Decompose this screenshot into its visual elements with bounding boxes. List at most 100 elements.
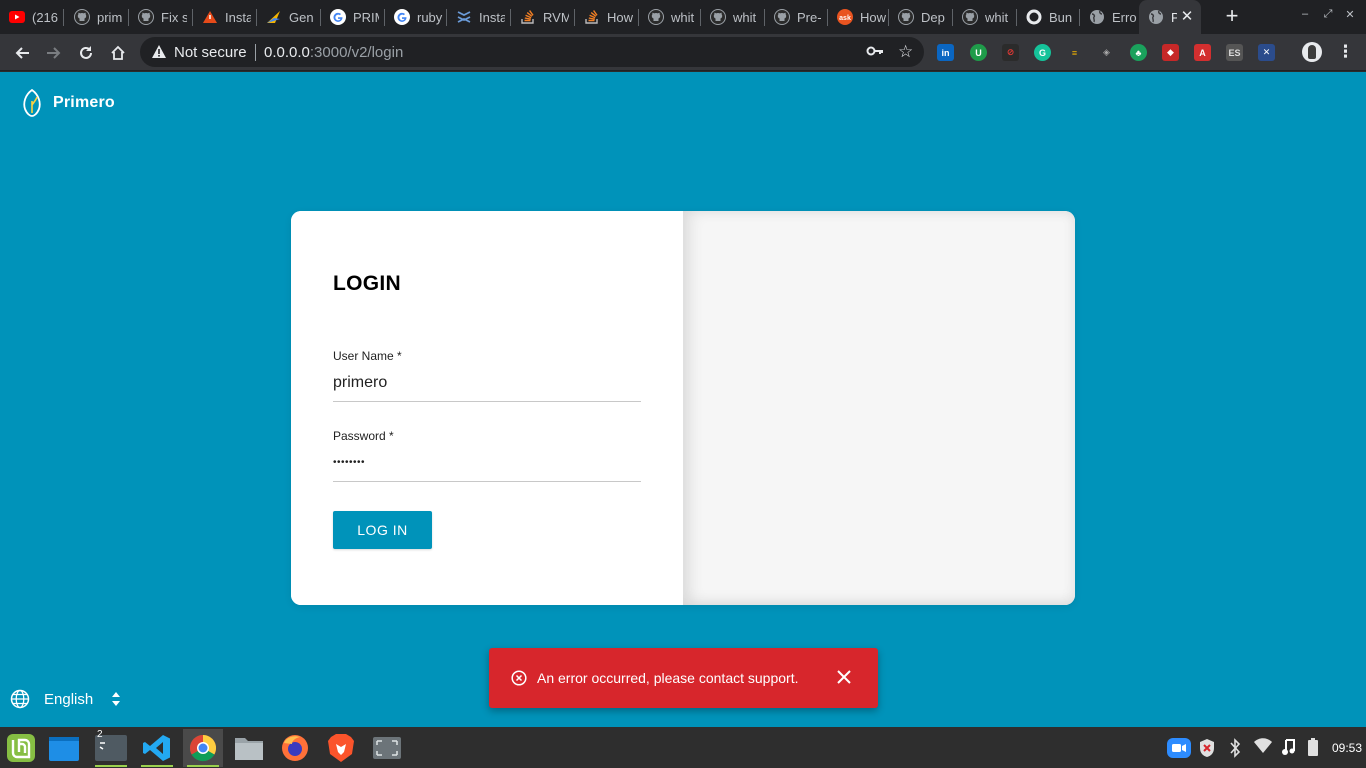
browser-tab[interactable]: Insta <box>193 0 257 34</box>
browser-tab[interactable]: ask How <box>828 0 889 34</box>
tab-title: Fix s <box>161 9 187 25</box>
browser-tab[interactable]: Gen <box>257 0 321 34</box>
clock[interactable]: 09:53 <box>1332 741 1362 755</box>
firefox-app[interactable] <box>275 729 315 767</box>
new-tab-button[interactable]: + <box>1219 5 1245 29</box>
zoom-tray-icon[interactable] <box>1167 738 1191 763</box>
password-field[interactable]: •••••••• <box>333 454 641 482</box>
key-icon[interactable] <box>866 44 884 63</box>
bluetooth-icon[interactable] <box>1228 738 1242 763</box>
profile-avatar[interactable] <box>1302 42 1322 62</box>
reload-button[interactable] <box>73 40 99 66</box>
password-input[interactable]: •••••••• <box>333 457 365 468</box>
username-label-text: User Name <box>333 349 394 363</box>
close-window-button[interactable]: ✕ <box>1343 8 1357 21</box>
tab-title: whit <box>671 9 695 25</box>
circle-icon <box>1026 9 1042 25</box>
browser-tab[interactable]: whit <box>953 0 1017 34</box>
menu-kebab-icon[interactable]: ⋮ <box>1337 42 1354 62</box>
browser-tab[interactable]: Fix s <box>129 0 193 34</box>
maximize-window-button[interactable]: ⤢ <box>1321 8 1335 21</box>
ext-cube-icon[interactable]: ◈ <box>1098 44 1115 61</box>
forward-button[interactable] <box>41 40 67 66</box>
acrobat-icon[interactable]: A <box>1194 44 1211 61</box>
arrow-right-icon <box>47 47 61 59</box>
chrome-app[interactable] <box>183 729 223 767</box>
primero-login-page: Primero LOGIN User Name * Password * •••… <box>0 72 1366 727</box>
grammarly-icon[interactable]: G <box>1034 44 1051 61</box>
browser-tab[interactable]: Erro <box>1080 0 1139 34</box>
browser-tab[interactable]: How <box>575 0 639 34</box>
warning-triangle-icon[interactable] <box>151 44 167 64</box>
primero-logo[interactable]: Primero <box>22 89 115 117</box>
minimize-window-button[interactable]: – <box>1298 8 1312 20</box>
mint-menu-button[interactable] <box>1 729 41 767</box>
tab-title: Dep <box>921 9 945 25</box>
shield-tray-icon[interactable] <box>1198 738 1216 763</box>
wifi-icon[interactable] <box>1254 738 1272 759</box>
github-icon <box>74 9 90 25</box>
browser-tab[interactable]: Bun <box>1017 0 1080 34</box>
close-icon[interactable] <box>836 669 852 690</box>
bookmark-star-icon[interactable]: ☆ <box>898 42 913 62</box>
url-text[interactable]: 0.0.0.0:3000/v2/login <box>264 44 403 61</box>
tab-separator <box>63 9 64 26</box>
security-label[interactable]: Not secure <box>174 44 247 61</box>
block-icon[interactable]: ⊘ <box>1002 44 1019 61</box>
browser-tab[interactable]: Pre- <box>765 0 828 34</box>
chrome-icon <box>189 734 217 762</box>
tab-title: ruby <box>417 9 443 25</box>
home-button[interactable] <box>105 40 131 66</box>
screenshot-app[interactable] <box>367 729 407 767</box>
tab-title: whit <box>985 9 1009 25</box>
language-label: English <box>44 690 94 708</box>
browser-tab[interactable]: prim <box>65 0 129 34</box>
github-icon <box>648 9 664 25</box>
username-input[interactable] <box>333 374 641 392</box>
show-desktop-button[interactable] <box>44 729 84 767</box>
tab-title: Insta <box>479 9 505 25</box>
reload-icon <box>80 46 92 59</box>
back-button[interactable] <box>9 40 35 66</box>
terminal-badge: 2 <box>97 729 103 740</box>
battery-icon[interactable] <box>1307 738 1319 761</box>
terminal-app[interactable]: 2 <box>91 729 131 767</box>
show-desktop-icon <box>49 737 79 761</box>
ext-chart-icon[interactable]: ✕ <box>1258 44 1275 61</box>
login-button[interactable]: LOG IN <box>333 511 432 549</box>
globe-icon <box>10 689 30 709</box>
files-app[interactable] <box>229 729 269 767</box>
warning-triangle-icon <box>202 9 218 25</box>
browser-tab[interactable]: ruby <box>385 0 447 34</box>
username-field[interactable] <box>333 374 641 402</box>
home-icon <box>111 45 125 60</box>
utorrent-icon[interactable]: U <box>970 44 987 61</box>
music-note-icon[interactable] <box>1281 738 1295 761</box>
browser-tab[interactable]: Insta <box>447 0 511 34</box>
login-title: LOGIN <box>333 272 401 295</box>
ext-lines-icon[interactable]: ≡ <box>1066 44 1083 61</box>
language-selector[interactable]: English <box>10 689 121 709</box>
vscode-icon <box>143 735 170 761</box>
linkedin-icon[interactable]: in <box>937 44 954 61</box>
tab-close-icon[interactable]: ✕ <box>1179 9 1195 25</box>
browser-tab-strip: (216 prim Fix s Insta Gen PRIM ruby Insta RVM How… <box>0 0 1366 34</box>
tab-title: How <box>860 9 886 25</box>
browser-tab[interactable]: (216 <box>0 0 64 34</box>
browser-tab[interactable]: whit <box>639 0 701 34</box>
browser-tab[interactable]: RVM <box>511 0 575 34</box>
brave-app[interactable] <box>321 729 361 767</box>
ext-gem-icon[interactable]: ◆ <box>1162 44 1179 61</box>
address-bar[interactable]: Not secure 0.0.0.0:3000/v2/login ☆ <box>140 37 924 67</box>
ext-clover-icon[interactable]: ♣ <box>1130 44 1147 61</box>
tab-title: PRIM <box>353 9 379 25</box>
browser-tab[interactable]: whit <box>701 0 765 34</box>
browser-tab[interactable]: PRIM <box>321 0 385 34</box>
tab-title: Erro <box>1112 9 1137 25</box>
mint-menu-icon <box>7 734 35 762</box>
username-label: User Name * <box>333 349 402 363</box>
ext-es-icon[interactable]: ES <box>1226 44 1243 61</box>
vscode-app[interactable] <box>137 729 177 767</box>
browser-tab[interactable]: Dep <box>889 0 953 34</box>
browser-tab[interactable]: P ✕ <box>1139 0 1201 34</box>
